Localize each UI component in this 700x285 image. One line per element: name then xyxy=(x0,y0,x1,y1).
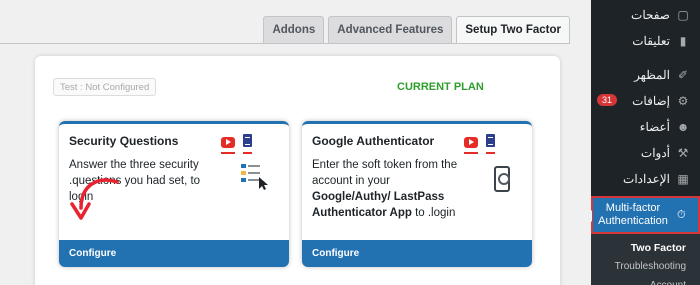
sidebar-item-label: Multi-factor Authentication xyxy=(598,202,668,227)
submenu-account[interactable]: Account xyxy=(591,276,700,285)
sidebar-item-label: الإعدادات xyxy=(623,172,670,186)
annotation-arrow-icon xyxy=(70,178,119,220)
submenu-troubleshooting[interactable]: Troubleshooting xyxy=(591,257,700,276)
pages-icon: ▢ xyxy=(677,8,689,22)
appearance-icon: ✐ xyxy=(677,68,689,82)
sidebar-item-multi-factor-authentication[interactable]: ⏱ Multi-factor Authentication xyxy=(586,196,700,234)
document-underline xyxy=(243,152,252,154)
youtube-underline xyxy=(464,152,478,154)
plugins-update-badge: 31 xyxy=(597,94,618,106)
configure-google-authenticator-button[interactable]: Configure xyxy=(302,240,532,267)
test-status-button[interactable]: Test : Not Configured xyxy=(53,78,157,96)
sidebar-item-label: المظهر xyxy=(634,68,670,82)
document-underline xyxy=(486,152,495,154)
tab-advanced-features[interactable]: Advanced Features xyxy=(328,16,453,43)
card-title: Security Questions xyxy=(69,134,179,148)
document-icon[interactable] xyxy=(243,134,252,147)
tab-addons[interactable]: Addons xyxy=(263,16,325,43)
description-text-end: to .login xyxy=(411,207,456,219)
users-icon: ☻ xyxy=(676,120,690,134)
sidebar-item-label: أدوات xyxy=(640,146,670,160)
sidebar-item-label: أعضاء xyxy=(639,120,670,134)
submenu-two-factor[interactable]: Two Factor xyxy=(591,238,700,257)
phone-authenticator-icon xyxy=(494,166,510,192)
card-title: Google Authenticator xyxy=(312,134,435,148)
tab-divider xyxy=(0,43,570,44)
clock-icon: ⏱ xyxy=(677,208,686,221)
comments-icon: ▮ xyxy=(679,34,687,48)
tab-setup-two-factor[interactable]: Setup Two Factor xyxy=(456,16,570,43)
sidebar-item-tools[interactable]: ⚒ أدوات xyxy=(591,140,700,166)
admin-sidebar: ▢ صفحات ▮ تعليقات ✐ المظهر ⚙ إضافات 31 ☻ أعضاء… xyxy=(586,0,700,285)
sidebar-item-plugins[interactable]: ⚙ إضافات 31 xyxy=(591,88,700,114)
plugins-icon: ⚙ xyxy=(677,94,689,108)
description-text: Enter the soft token from the account in… xyxy=(312,159,458,187)
sidebar-item-comments[interactable]: ▮ تعليقات xyxy=(591,28,700,54)
configure-security-questions-button[interactable]: Configure xyxy=(59,240,289,267)
sidebar-item-label: تعليقات xyxy=(632,34,670,48)
security-questions-icon xyxy=(241,164,268,190)
mfa-submenu: Two Factor Troubleshooting Account xyxy=(591,234,700,285)
youtube-underline xyxy=(221,152,235,154)
sidebar-item-appearance[interactable]: ✐ المظهر xyxy=(591,62,700,88)
settings-icon: ▦ xyxy=(677,172,689,186)
sidebar-item-label: إضافات xyxy=(632,94,670,108)
current-plan-label: CURRENT PLAN xyxy=(397,81,484,93)
sidebar-item-settings[interactable]: ▦ الإعدادات xyxy=(591,166,700,192)
tools-icon: ⚒ xyxy=(677,146,689,160)
setup-panel: Test : Not Configured CURRENT PLAN Secur… xyxy=(35,56,560,285)
document-icon[interactable] xyxy=(486,134,495,147)
sidebar-item-users[interactable]: ☻ أعضاء xyxy=(591,114,700,140)
sidebar-item-pages[interactable]: ▢ صفحات xyxy=(591,2,700,28)
youtube-icon[interactable] xyxy=(464,137,478,148)
google-authenticator-card: Google Authenticator Enter the soft toke… xyxy=(302,121,532,267)
card-description: Enter the soft token from the account in… xyxy=(312,157,462,221)
sidebar-item-label: صفحات xyxy=(631,8,670,22)
tab-bar: Addons Advanced Features Setup Two Facto… xyxy=(263,16,570,43)
youtube-icon[interactable] xyxy=(221,137,235,148)
